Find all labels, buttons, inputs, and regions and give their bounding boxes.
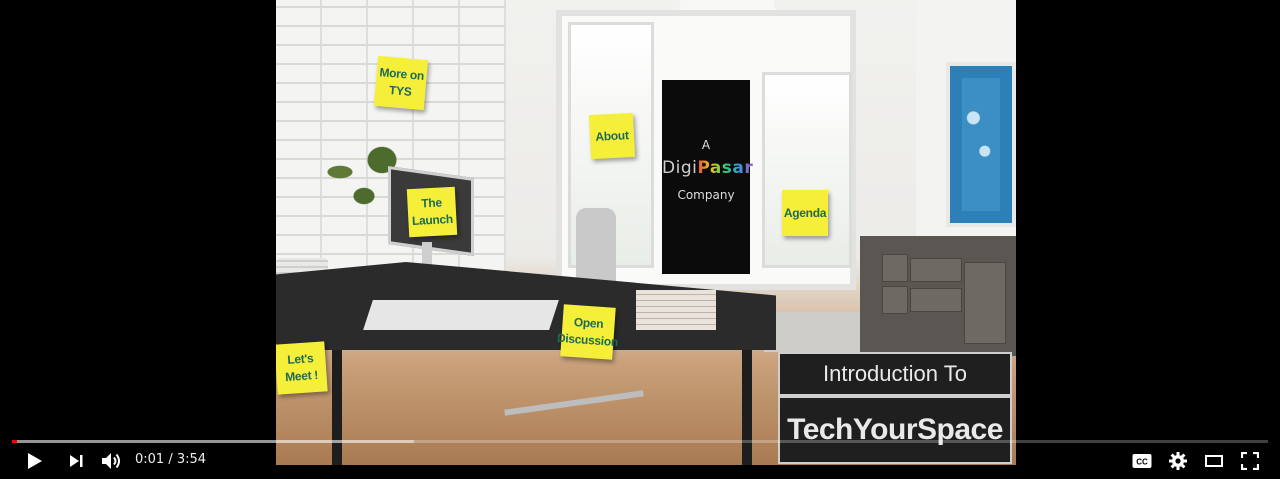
title-card-line2: TechYourSpace [778,396,1012,464]
note-lets-meet[interactable]: Let's Meet ! [276,341,328,395]
book-stack [636,290,716,330]
fullscreen-icon [1241,452,1259,470]
svg-text:CC: CC [1136,458,1148,467]
time-total: 3:54 [176,452,207,467]
note-the-launch[interactable]: The Launch [406,186,458,238]
title-intro: Introduction To [823,361,967,386]
magazine [363,300,559,330]
note-agenda[interactable]: Agenda [782,190,828,236]
fullscreen-button[interactable] [1238,448,1262,474]
play-icon [28,453,42,469]
captions-button[interactable]: CC [1130,448,1154,474]
next-button[interactable] [64,448,88,474]
sign-a: A [701,138,711,152]
sign-brand: DigiPasar [662,158,754,178]
next-icon [70,455,83,467]
chair-base [504,400,644,430]
volume-button[interactable] [98,448,124,474]
progress-buffer [12,440,414,443]
time-display: 0:01 / 3:54 [135,452,207,467]
note-open-discussion[interactable]: Open Discussion [557,304,618,360]
time-current: 0:01 [135,452,165,467]
rug [764,312,864,352]
volume-icon [102,453,120,469]
captions-icon: CC [1132,454,1152,468]
theater-icon [1205,455,1223,467]
dresser [860,236,1016,356]
settings-icon [1169,452,1187,470]
sign-company: Company [677,188,735,202]
theater-mode-button[interactable] [1202,448,1226,474]
progress-played [12,440,18,443]
note-about[interactable]: About [588,112,636,160]
wall-art [946,62,1016,227]
settings-button[interactable] [1166,448,1190,474]
video-frame[interactable]: A DigiPasar Company More on TYS About Th… [276,0,1016,465]
title-card-line1: Introduction To [778,352,1012,396]
play-button[interactable] [22,448,48,474]
progress-bar[interactable] [12,440,1268,443]
note-more-on-tys[interactable]: More on TYS [373,55,429,111]
digipasar-sign: A DigiPasar Company [662,80,754,274]
video-player[interactable]: A DigiPasar Company More on TYS About Th… [0,0,1280,479]
